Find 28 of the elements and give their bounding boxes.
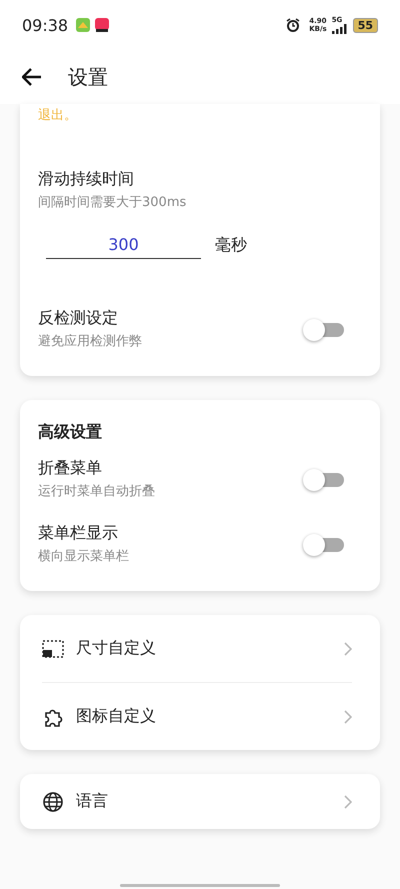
unit-label: 毫秒 xyxy=(215,234,247,256)
status-time: 09:38 xyxy=(22,16,68,34)
setting-title: 反检测设定 xyxy=(38,307,119,329)
setting-subtitle: 间隔时间需要大于300ms xyxy=(38,194,188,212)
menu-item[interactable]: 图标自定义 xyxy=(76,706,332,727)
setting-title: 菜单栏显示 xyxy=(38,522,119,544)
setting-subtitle: 运行时菜单自动折叠 xyxy=(38,483,156,501)
app-icon xyxy=(95,18,110,32)
duration-input[interactable]: 300 xyxy=(46,231,201,259)
chevron-icon xyxy=(344,642,352,656)
resize-icon xyxy=(42,638,64,660)
alarm-icon xyxy=(286,18,300,32)
setting-title: 折叠菜单 xyxy=(38,457,103,479)
signal-icon xyxy=(332,24,348,34)
globe-icon xyxy=(42,790,64,812)
battery-indicator: 55 xyxy=(352,18,378,32)
setting-title: 滑动持续时间 xyxy=(38,168,135,190)
page-title: 设置 xyxy=(68,64,108,90)
back-icon[interactable] xyxy=(22,68,42,86)
setting-subtitle: 横向显示菜单栏 xyxy=(38,548,130,566)
chevron-icon xyxy=(344,794,352,808)
warning-note: 退出。 xyxy=(38,108,78,124)
app-icon xyxy=(76,18,90,32)
section-title: 高级设置 xyxy=(38,422,103,443)
menu-item[interactable]: 语言 xyxy=(76,791,332,812)
chevron-icon xyxy=(344,710,352,724)
menu-item[interactable]: 尺寸自定义 xyxy=(76,638,332,659)
setting-subtitle: 避免应用检测作弊 xyxy=(38,333,143,351)
